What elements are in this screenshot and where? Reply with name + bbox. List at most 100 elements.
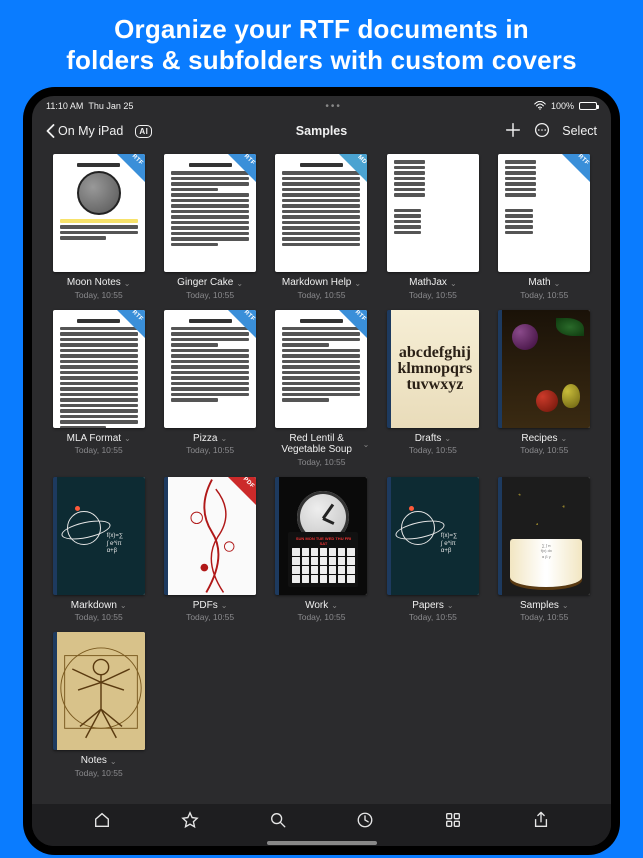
document-item[interactable]: RTFMLA Format⌄Today, 10:55 [50,310,147,467]
document-item[interactable]: RTF Ginger Cake⌄Today, 10:55 [161,154,258,300]
back-button[interactable]: On My iPad [46,124,123,138]
item-title: Drafts [415,433,442,445]
item-title: Pizza [193,433,217,445]
app-screen: 11:10 AM Thu Jan 25 ••• 100% On My iPad … [32,96,611,846]
chevron-down-icon[interactable]: ⌄ [120,601,127,610]
tab-search[interactable] [269,811,287,834]
folder-thumbnail[interactable] [498,310,590,428]
tab-home[interactable] [93,811,111,834]
item-subtitle: Today, 10:55 [75,445,123,455]
tab-share[interactable] [532,811,550,834]
select-button[interactable]: Select [562,124,597,138]
item-title: Work [305,600,328,612]
document-thumbnail[interactable] [387,154,479,272]
chevron-down-icon[interactable]: ⌄ [554,279,561,288]
add-button[interactable] [504,121,522,142]
tab-browse[interactable] [444,811,462,834]
ipad-frame: 11:10 AM Thu Jan 25 ••• 100% On My iPad … [23,87,620,855]
item-title: Papers [412,600,444,612]
chevron-down-icon[interactable]: ⌄ [124,279,131,288]
nav-bar: On My iPad AI Samples Select [32,114,611,148]
item-title: Recipes [521,433,557,445]
folder-thumbnail[interactable]: PDF [164,477,256,595]
document-item[interactable]: ∑ ∫ πf(x) dxα β γSamples⌄Today, 10:55 [496,477,593,623]
chevron-down-icon[interactable]: ⌄ [220,434,227,443]
document-thumbnail[interactable]: RTF [275,310,367,428]
item-subtitle: Today, 10:55 [186,290,234,300]
battery-percent: 100% [551,101,574,111]
item-subtitle: Today, 10:55 [520,445,568,455]
item-subtitle: Today, 10:55 [186,445,234,455]
home-indicator [267,841,377,845]
document-item[interactable]: PDFPDFs⌄Today, 10:55 [161,477,258,623]
more-button[interactable] [534,122,550,141]
chevron-down-icon[interactable]: ⌄ [444,434,451,443]
folder-thumbnail[interactable]: f(x)=∑∫ e^iπα+β [53,477,145,595]
document-item[interactable]: MDMarkdown Help⌄Today, 10:55 [273,154,370,300]
chevron-down-icon[interactable]: ⌄ [363,440,370,449]
document-grid: RTFMoon Notes⌄Today, 10:55RTFGinger Cake… [50,154,593,778]
item-subtitle: Today, 10:55 [75,290,123,300]
item-title: Markdown [71,600,117,612]
folder-thumbnail[interactable]: f(x)=∑∫ e^iπα+β [387,477,479,595]
chevron-down-icon[interactable]: ⌄ [236,279,243,288]
document-item[interactable]: abcdefghijklmnopqrstuvwxyz Drafts⌄ Today, … [384,310,481,467]
document-item[interactable]: Notes⌄ Today, 10:55 [50,632,147,778]
folder-thumbnail[interactable]: SUN MON TUE WED THU FRI SAT [275,477,367,595]
status-bar: 11:10 AM Thu Jan 25 ••• 100% [32,96,611,114]
item-title: Red Lentil & Vegetable Soup [274,433,360,456]
tab-recent[interactable] [356,811,374,834]
folder-thumbnail[interactable] [53,632,145,750]
chevron-left-icon [46,124,55,138]
document-item[interactable]: Recipes ⌄ Today, 10:55 [496,310,593,467]
item-title: Notes [81,755,107,767]
ai-badge[interactable]: AI [135,125,152,138]
filetype-tag: MD [339,154,367,182]
item-subtitle: Today, 10:55 [409,445,457,455]
chevron-down-icon[interactable]: ⌄ [561,434,568,443]
document-item[interactable]: RTFMath⌄Today, 10:55 [496,154,593,300]
document-item[interactable]: MathJax⌄Today, 10:55 [384,154,481,300]
document-thumbnail[interactable]: RTF [53,310,145,428]
document-thumbnail[interactable]: RTF [164,154,256,272]
chevron-down-icon[interactable]: ⌄ [124,434,131,443]
document-item[interactable]: SUN MON TUE WED THU FRI SATWork⌄Today, 1… [273,477,370,623]
content-area: RTFMoon Notes⌄Today, 10:55RTFGinger Cake… [32,148,611,804]
filetype-tag: RTF [117,154,145,182]
item-subtitle: Today, 10:55 [297,457,345,467]
item-subtitle: Today, 10:55 [409,290,457,300]
document-item[interactable]: RTF Moon Notes⌄Today, 10:55 [50,154,147,300]
item-subtitle: Today, 10:55 [75,768,123,778]
item-title: Ginger Cake [177,277,233,289]
filetype-tag: RTF [562,154,590,182]
chevron-down-icon[interactable]: ⌄ [450,279,457,288]
battery-icon [579,102,597,110]
tab-favorites[interactable] [181,811,199,834]
document-thumbnail[interactable]: RTF [164,310,256,428]
filetype-tag: PDF [228,477,256,505]
document-item[interactable]: f(x)=∑∫ e^iπα+βMarkdown⌄Today, 10:55 [50,477,147,623]
item-title: PDFs [193,600,218,612]
chevron-down-icon[interactable]: ⌄ [110,757,117,766]
chevron-down-icon[interactable]: ⌄ [447,601,454,610]
chevron-down-icon[interactable]: ⌄ [354,279,361,288]
item-subtitle: Today, 10:55 [520,290,568,300]
status-date: Thu Jan 25 [88,101,133,111]
status-time: 11:10 AM [46,101,83,111]
document-item[interactable]: RTF Red Lentil & Vegetable Soup⌄ Today, 10… [273,310,370,467]
folder-thumbnail[interactable]: abcdefghijklmnopqrstuvwxyz [387,310,479,428]
chevron-down-icon[interactable]: ⌄ [221,601,228,610]
item-subtitle: Today, 10:55 [409,612,457,622]
document-item[interactable]: f(x)=∑∫ e^iπα+β Papers⌄ Today, 10:55 [384,477,481,623]
chevron-down-icon[interactable]: ⌄ [562,601,569,610]
document-thumbnail[interactable]: MD [275,154,367,272]
folder-thumbnail[interactable]: ∑ ∫ πf(x) dxα β γ [498,477,590,595]
document-thumbnail[interactable]: RTF [498,154,590,272]
item-title: Samples [520,600,559,612]
document-thumbnail[interactable]: RTF [53,154,145,272]
item-title: Markdown Help [282,277,351,289]
page-title: Samples [296,124,347,138]
chevron-down-icon[interactable]: ⌄ [331,601,338,610]
item-title: Moon Notes [67,277,121,289]
document-item[interactable]: RTF Pizza⌄ Today, 10:55 [161,310,258,467]
